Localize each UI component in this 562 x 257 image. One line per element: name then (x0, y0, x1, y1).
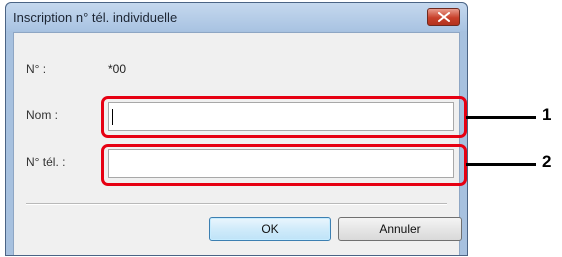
callout-leader-1 (466, 116, 536, 119)
dialog-title: Inscription n° tél. individuelle (13, 10, 178, 25)
ok-button[interactable]: OK (209, 217, 331, 241)
close-icon (438, 12, 450, 22)
close-button[interactable] (427, 8, 460, 26)
callout-number-1: 1 (542, 105, 552, 124)
divider (26, 203, 447, 205)
name-field-highlight (101, 96, 467, 138)
phone-field-highlight (101, 144, 467, 186)
callout-number-2: 2 (542, 152, 552, 171)
number-label: N° : (26, 62, 47, 76)
number-value: *00 (108, 62, 127, 76)
cancel-button[interactable]: Annuler (338, 217, 462, 241)
name-label: Nom : (26, 108, 59, 122)
phone-label: N° tél. : (26, 155, 66, 169)
callout-leader-2 (466, 163, 536, 166)
dialog-titlebar[interactable]: Inscription n° tél. individuelle (6, 3, 467, 31)
